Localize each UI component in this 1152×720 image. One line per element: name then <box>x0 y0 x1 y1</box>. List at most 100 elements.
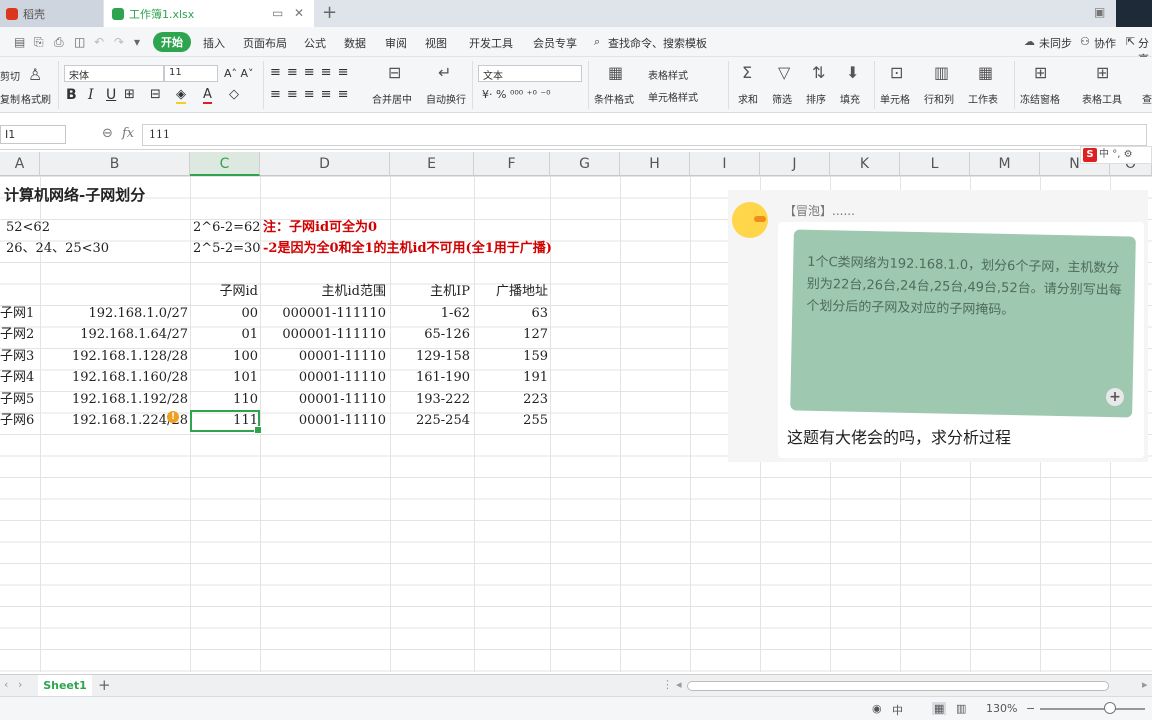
ime-toolbar[interactable]: S中 °, ⚙ <box>1080 146 1152 164</box>
user-avatar[interactable] <box>1116 0 1152 27</box>
menu-developer[interactable]: 开发工具 <box>469 35 513 51</box>
sheet-title-cell[interactable]: 计算机网络-子网划分 <box>4 185 145 206</box>
clear-icon[interactable]: ◇ <box>229 87 239 102</box>
table-row-broadcast[interactable]: 255 <box>476 410 548 431</box>
table-row-subnet-id[interactable]: 110 <box>192 389 258 410</box>
number-format-icons[interactable]: ¥· % ⁰⁰⁰ ⁺⁰ ⁻⁰ <box>482 88 551 101</box>
menu-data[interactable]: 数据 <box>344 35 366 51</box>
conditional-format-icon[interactable]: ▦ <box>608 63 623 82</box>
number-format-select[interactable]: 文本 <box>478 65 582 82</box>
scroll-left-icon[interactable]: ‹ <box>4 678 8 691</box>
table-tools-icon[interactable]: ⊞ <box>1096 63 1109 82</box>
table-row-broadcast[interactable]: 159 <box>476 346 548 367</box>
cell-a3[interactable]: 26、24、25<30 <box>6 238 109 259</box>
preview-icon[interactable]: ◫ <box>74 35 85 49</box>
table-row-host-ip[interactable]: 129-158 <box>392 346 470 367</box>
find-button[interactable]: 查 <box>1142 91 1152 106</box>
border-icon[interactable]: ⊞ <box>124 87 135 102</box>
highlight-icon[interactable]: ◈ <box>176 87 186 104</box>
collab-button[interactable]: 协作 <box>1094 35 1116 51</box>
expand-icon[interactable]: + <box>1106 388 1124 406</box>
underline-icon[interactable]: U <box>106 87 116 103</box>
window-list-icon[interactable]: ▣ <box>1094 5 1105 19</box>
page-view-icon[interactable]: ▥ <box>956 702 966 715</box>
hscroll-left-icon[interactable]: ◂ <box>676 678 682 691</box>
col-header-a[interactable]: A <box>0 152 40 176</box>
table-row-host-ip[interactable]: 161-190 <box>392 367 470 388</box>
col-header-f[interactable]: F <box>474 152 550 176</box>
table-row-host-range[interactable]: 00001-11110 <box>262 367 386 388</box>
normal-view-icon[interactable]: ▦ <box>932 702 947 715</box>
rowcol-icon[interactable]: ▥ <box>934 63 949 82</box>
name-box[interactable]: I1 <box>0 125 66 144</box>
freeze-panes-button[interactable]: 冻结窗格 <box>1020 91 1060 106</box>
table-row-network[interactable]: 192.168.1.160/28 <box>42 367 188 388</box>
table-row-subnet-id[interactable]: 00 <box>192 303 258 324</box>
table-tools-button[interactable]: 表格工具 <box>1082 91 1122 106</box>
table-row-network[interactable]: 192.168.1.192/28 <box>42 389 188 410</box>
header-host-id-range[interactable]: 主机id范围 <box>262 281 386 302</box>
table-row-broadcast[interactable]: 127 <box>476 324 548 345</box>
table-row-broadcast[interactable]: 63 <box>476 303 548 324</box>
table-row-host-ip[interactable]: 65-126 <box>392 324 470 345</box>
table-row-subnet-id[interactable]: 100 <box>192 346 258 367</box>
table-row-name[interactable]: 子网3 <box>0 346 34 367</box>
sum-icon[interactable]: Σ <box>742 63 752 82</box>
table-row-broadcast[interactable]: 191 <box>476 367 548 388</box>
table-row-host-range[interactable]: 000001-111110 <box>262 303 386 324</box>
col-header-c[interactable]: C <box>190 152 260 176</box>
sum-button[interactable]: 求和 <box>738 91 758 106</box>
print-icon[interactable]: ⎙ <box>54 35 64 50</box>
menu-member[interactable]: 会员专享 <box>533 35 577 51</box>
fill-icon[interactable]: ⬇ <box>846 63 859 82</box>
filter-button[interactable]: 筛选 <box>772 91 792 106</box>
col-header-i[interactable]: I <box>690 152 760 176</box>
warning-icon[interactable]: ! <box>167 411 179 423</box>
menu-view[interactable]: 视图 <box>425 35 447 51</box>
fill-color-icon[interactable]: ⊟ <box>150 87 161 102</box>
table-row-subnet-id[interactable]: 101 <box>192 367 258 388</box>
table-row-host-range[interactable]: 00001-11110 <box>262 346 386 367</box>
sort-icon[interactable]: ⇅ <box>812 63 825 82</box>
fx-icon[interactable]: fx <box>122 126 134 141</box>
worksheet-icon[interactable]: ▦ <box>978 63 993 82</box>
table-row-name[interactable]: 子网6 <box>0 410 34 431</box>
wrap-icon[interactable]: ↵ <box>438 63 451 82</box>
cell-c2[interactable]: 2^6-2=62 <box>193 217 261 238</box>
col-header-k[interactable]: K <box>830 152 900 176</box>
header-host-ip[interactable]: 主机IP <box>392 281 470 302</box>
table-row-broadcast[interactable]: 223 <box>476 389 548 410</box>
table-row-host-ip[interactable]: 1-62 <box>392 303 470 324</box>
export-icon[interactable]: ⎘ <box>34 35 44 50</box>
cell-d3-note[interactable]: -2是因为全0和全1的主机id不可用(全1用于广播) <box>263 238 552 259</box>
italic-icon[interactable]: I <box>88 87 94 103</box>
table-row-name[interactable]: 子网2 <box>0 324 34 345</box>
input-mode-indicator[interactable]: 中 <box>892 702 903 718</box>
zoom-slider-handle[interactable] <box>1104 702 1116 714</box>
menu-insert[interactable]: 插入 <box>203 35 225 51</box>
col-header-j[interactable]: J <box>760 152 830 176</box>
sync-status[interactable]: 未同步 <box>1039 35 1072 51</box>
monitor-icon[interactable]: ▭ <box>272 6 283 20</box>
menu-formulas[interactable]: 公式 <box>304 35 326 51</box>
freeze-icon[interactable]: ⊞ <box>1034 63 1047 82</box>
brush-icon[interactable]: ♙ <box>28 65 42 84</box>
zoom-out-icon[interactable]: − <box>1026 702 1035 715</box>
zoom-level[interactable]: 130% <box>986 702 1017 715</box>
cell-d2-note[interactable]: 注：子网id可全为0 <box>263 217 377 238</box>
col-header-d[interactable]: D <box>260 152 390 176</box>
add-sheet-button[interactable]: + <box>98 676 111 694</box>
scroll-right-icon[interactable]: › <box>18 678 22 691</box>
table-row-subnet-id[interactable]: 01 <box>192 324 258 345</box>
rowcol-button[interactable]: 行和列 <box>924 91 954 106</box>
col-header-m[interactable]: M <box>970 152 1040 176</box>
cut-button[interactable]: 剪切 <box>0 68 20 83</box>
cell-style-button[interactable]: 单元格样式 <box>648 89 698 104</box>
table-row-host-ip[interactable]: 193-222 <box>392 389 470 410</box>
duck-avatar[interactable] <box>732 202 768 238</box>
col-header-e[interactable]: E <box>390 152 474 176</box>
zoom-slider[interactable] <box>1040 708 1145 710</box>
formula-input[interactable]: 111 <box>142 124 1147 146</box>
cell-c3[interactable]: 2^5-2=30 <box>193 238 261 259</box>
menu-page-layout[interactable]: 页面布局 <box>243 35 287 51</box>
